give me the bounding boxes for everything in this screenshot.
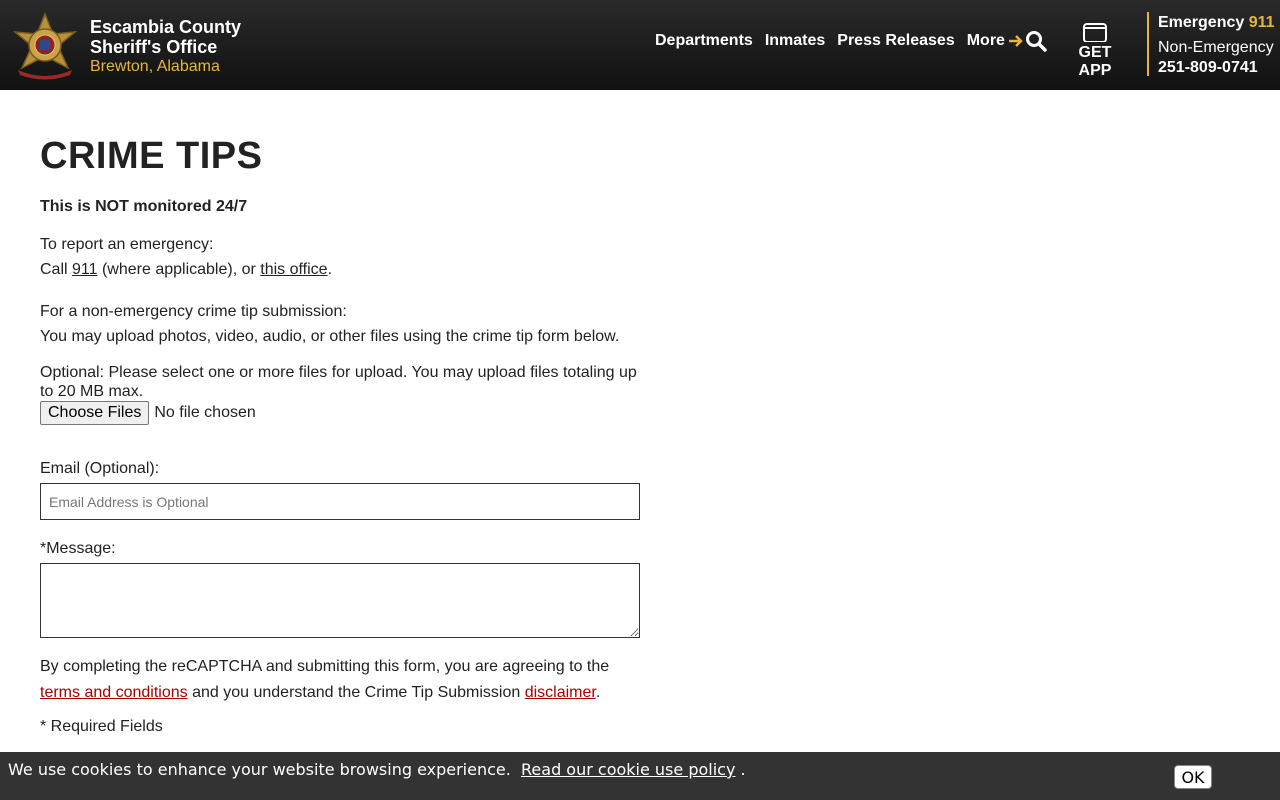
- email-label: Email (Optional):: [40, 460, 160, 477]
- cookie-suffix: .: [740, 760, 746, 779]
- sheriff-star-logo[interactable]: [10, 12, 80, 82]
- choose-files-button[interactable]: Choose Files: [40, 401, 150, 425]
- call-prefix: Call: [40, 261, 73, 278]
- email-field[interactable]: [40, 483, 640, 520]
- cookie-policy-link[interactable]: Read our cookie use policy: [521, 760, 735, 779]
- terms-link[interactable]: terms and conditions: [40, 684, 188, 701]
- page-title: CRIME TIPS: [40, 135, 263, 177]
- phone-icon: [1083, 23, 1107, 42]
- cookie-message: We use cookies to enhance your website b…: [8, 760, 511, 779]
- monitoring-notice: This is NOT monitored 24/7: [40, 198, 248, 215]
- agree-middle: and you understand the Crime Tip Submiss…: [187, 684, 525, 701]
- disclaimer-link[interactable]: disclaimer: [525, 684, 596, 701]
- get-app-button[interactable]: GET APP: [1062, 22, 1128, 80]
- link-911[interactable]: 911: [72, 261, 98, 278]
- file-status: No file chosen: [154, 404, 256, 421]
- get-app-label: GET APP: [1078, 44, 1112, 79]
- emergency-label: Emergency: [1158, 14, 1245, 31]
- non-emergency-label: Non-Emergency: [1158, 39, 1274, 56]
- tip-intro: For a non-emergency crime tip submission…: [40, 303, 347, 320]
- agree-prefix: By completing the reCAPTCHA and submitti…: [40, 658, 610, 675]
- contact-info: Emergency 911 Non-Emergency 251-809-0741: [1158, 13, 1275, 78]
- cookie-ok-button[interactable]: OK: [1174, 765, 1212, 789]
- nav-press-releases[interactable]: Press Releases: [837, 32, 954, 50]
- cookie-text: We use cookies to enhance your website b…: [8, 760, 746, 779]
- nav-departments[interactable]: Departments: [655, 32, 753, 50]
- call-suffix: .: [327, 261, 333, 278]
- emergency-number: 911: [1248, 14, 1275, 31]
- nav-inmates[interactable]: Inmates: [765, 32, 825, 50]
- tip-section: For a non-emergency crime tip submission…: [40, 299, 640, 349]
- call-line: Call 911 (where applicable), or this off…: [40, 257, 640, 282]
- brand-location: Brewton, Alabama: [90, 58, 220, 75]
- non-emergency-number[interactable]: 251-809-0741: [1158, 58, 1275, 78]
- agreement-text: By completing the reCAPTCHA and submitti…: [40, 654, 640, 706]
- arrow-right-icon: [1008, 35, 1023, 47]
- site-header: Escambia County Sheriff's Office Brewton…: [0, 0, 1280, 90]
- required-fields-note: * Required Fields: [40, 718, 163, 735]
- brand[interactable]: Escambia County Sheriff's Office Brewton…: [90, 17, 241, 77]
- search-icon[interactable]: [1025, 30, 1047, 52]
- nav-more[interactable]: More: [967, 32, 1024, 50]
- header-divider: [1147, 12, 1149, 76]
- upload-note: Optional: Please select one or more file…: [40, 364, 637, 400]
- agree-suffix: .: [595, 684, 601, 701]
- main-content: CRIME TIPS This is NOT monitored 24/7 To…: [40, 135, 640, 736]
- nav-more-label: More: [966, 32, 1005, 49]
- cookie-banner: We use cookies to enhance your website b…: [0, 752, 1280, 800]
- brand-name-line2: Sheriff's Office: [90, 37, 218, 57]
- brand-name-line1: Escambia County: [90, 17, 242, 37]
- main-nav: Departments Inmates Press Releases More: [655, 32, 1036, 50]
- emergency-line[interactable]: Emergency 911: [1158, 13, 1275, 33]
- emergency-section: To report an emergency: Call 911 (where …: [40, 232, 640, 282]
- emergency-intro: To report an emergency:: [40, 236, 214, 253]
- link-this-office[interactable]: this office: [260, 261, 327, 278]
- message-label: *Message:: [40, 540, 116, 557]
- call-middle: (where applicable), or: [97, 261, 261, 278]
- file-upload: Choose Files No file chosen: [40, 401, 640, 425]
- message-field[interactable]: [40, 563, 640, 638]
- tip-detail: You may upload photos, video, audio, or …: [40, 328, 620, 345]
